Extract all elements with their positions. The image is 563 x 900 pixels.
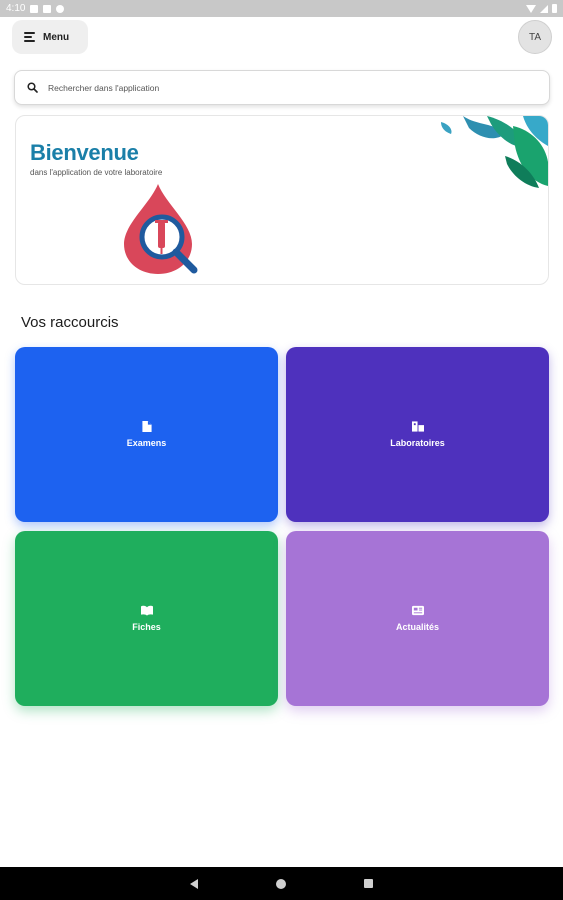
menu-button[interactable]: Menu (12, 20, 88, 54)
shortcut-fiches[interactable]: Fiches (15, 531, 278, 706)
search-input[interactable] (48, 82, 508, 93)
hamburger-icon (24, 32, 35, 42)
search-bar[interactable] (14, 70, 550, 105)
shortcut-label: Fiches (132, 622, 161, 632)
shortcut-label: Actualités (395, 622, 439, 632)
status-time: 4:10 (6, 3, 26, 14)
leaves-decoration (441, 116, 548, 188)
shortcuts-title: Vos raccourcis (21, 314, 119, 331)
menu-label: Menu (43, 31, 70, 43)
sync-icon (56, 4, 65, 13)
system-nav-bar (0, 867, 563, 900)
lab-icon (411, 421, 424, 432)
welcome-banner: Bienvenue dans l'application de votre la… (15, 115, 549, 285)
blood-drop-illustration (124, 184, 198, 274)
shortcut-label: Laboratoires (390, 438, 445, 448)
search-icon (27, 82, 38, 93)
shortcut-examens[interactable]: Examens (15, 347, 278, 522)
banner-title: Bienvenue (30, 140, 139, 165)
home-icon[interactable] (276, 878, 286, 889)
battery-icon (552, 4, 557, 13)
wifi-icon (526, 4, 536, 13)
book-icon (140, 605, 153, 616)
notification-icon (30, 4, 39, 13)
news-icon (411, 605, 424, 616)
sim-icon (43, 4, 52, 13)
avatar[interactable]: TA (518, 20, 552, 54)
back-icon[interactable] (190, 878, 198, 889)
banner-subtitle: dans l'application de votre laboratoire (30, 168, 163, 177)
file-icon (141, 421, 152, 432)
signal-icon (540, 4, 548, 13)
recent-apps-icon[interactable] (364, 879, 373, 888)
status-bar: 4:10 (0, 0, 563, 17)
shortcut-label: Examens (126, 438, 167, 448)
shortcut-laboratoires[interactable]: Laboratoires (286, 347, 549, 522)
shortcut-actualites[interactable]: Actualités (286, 531, 549, 706)
